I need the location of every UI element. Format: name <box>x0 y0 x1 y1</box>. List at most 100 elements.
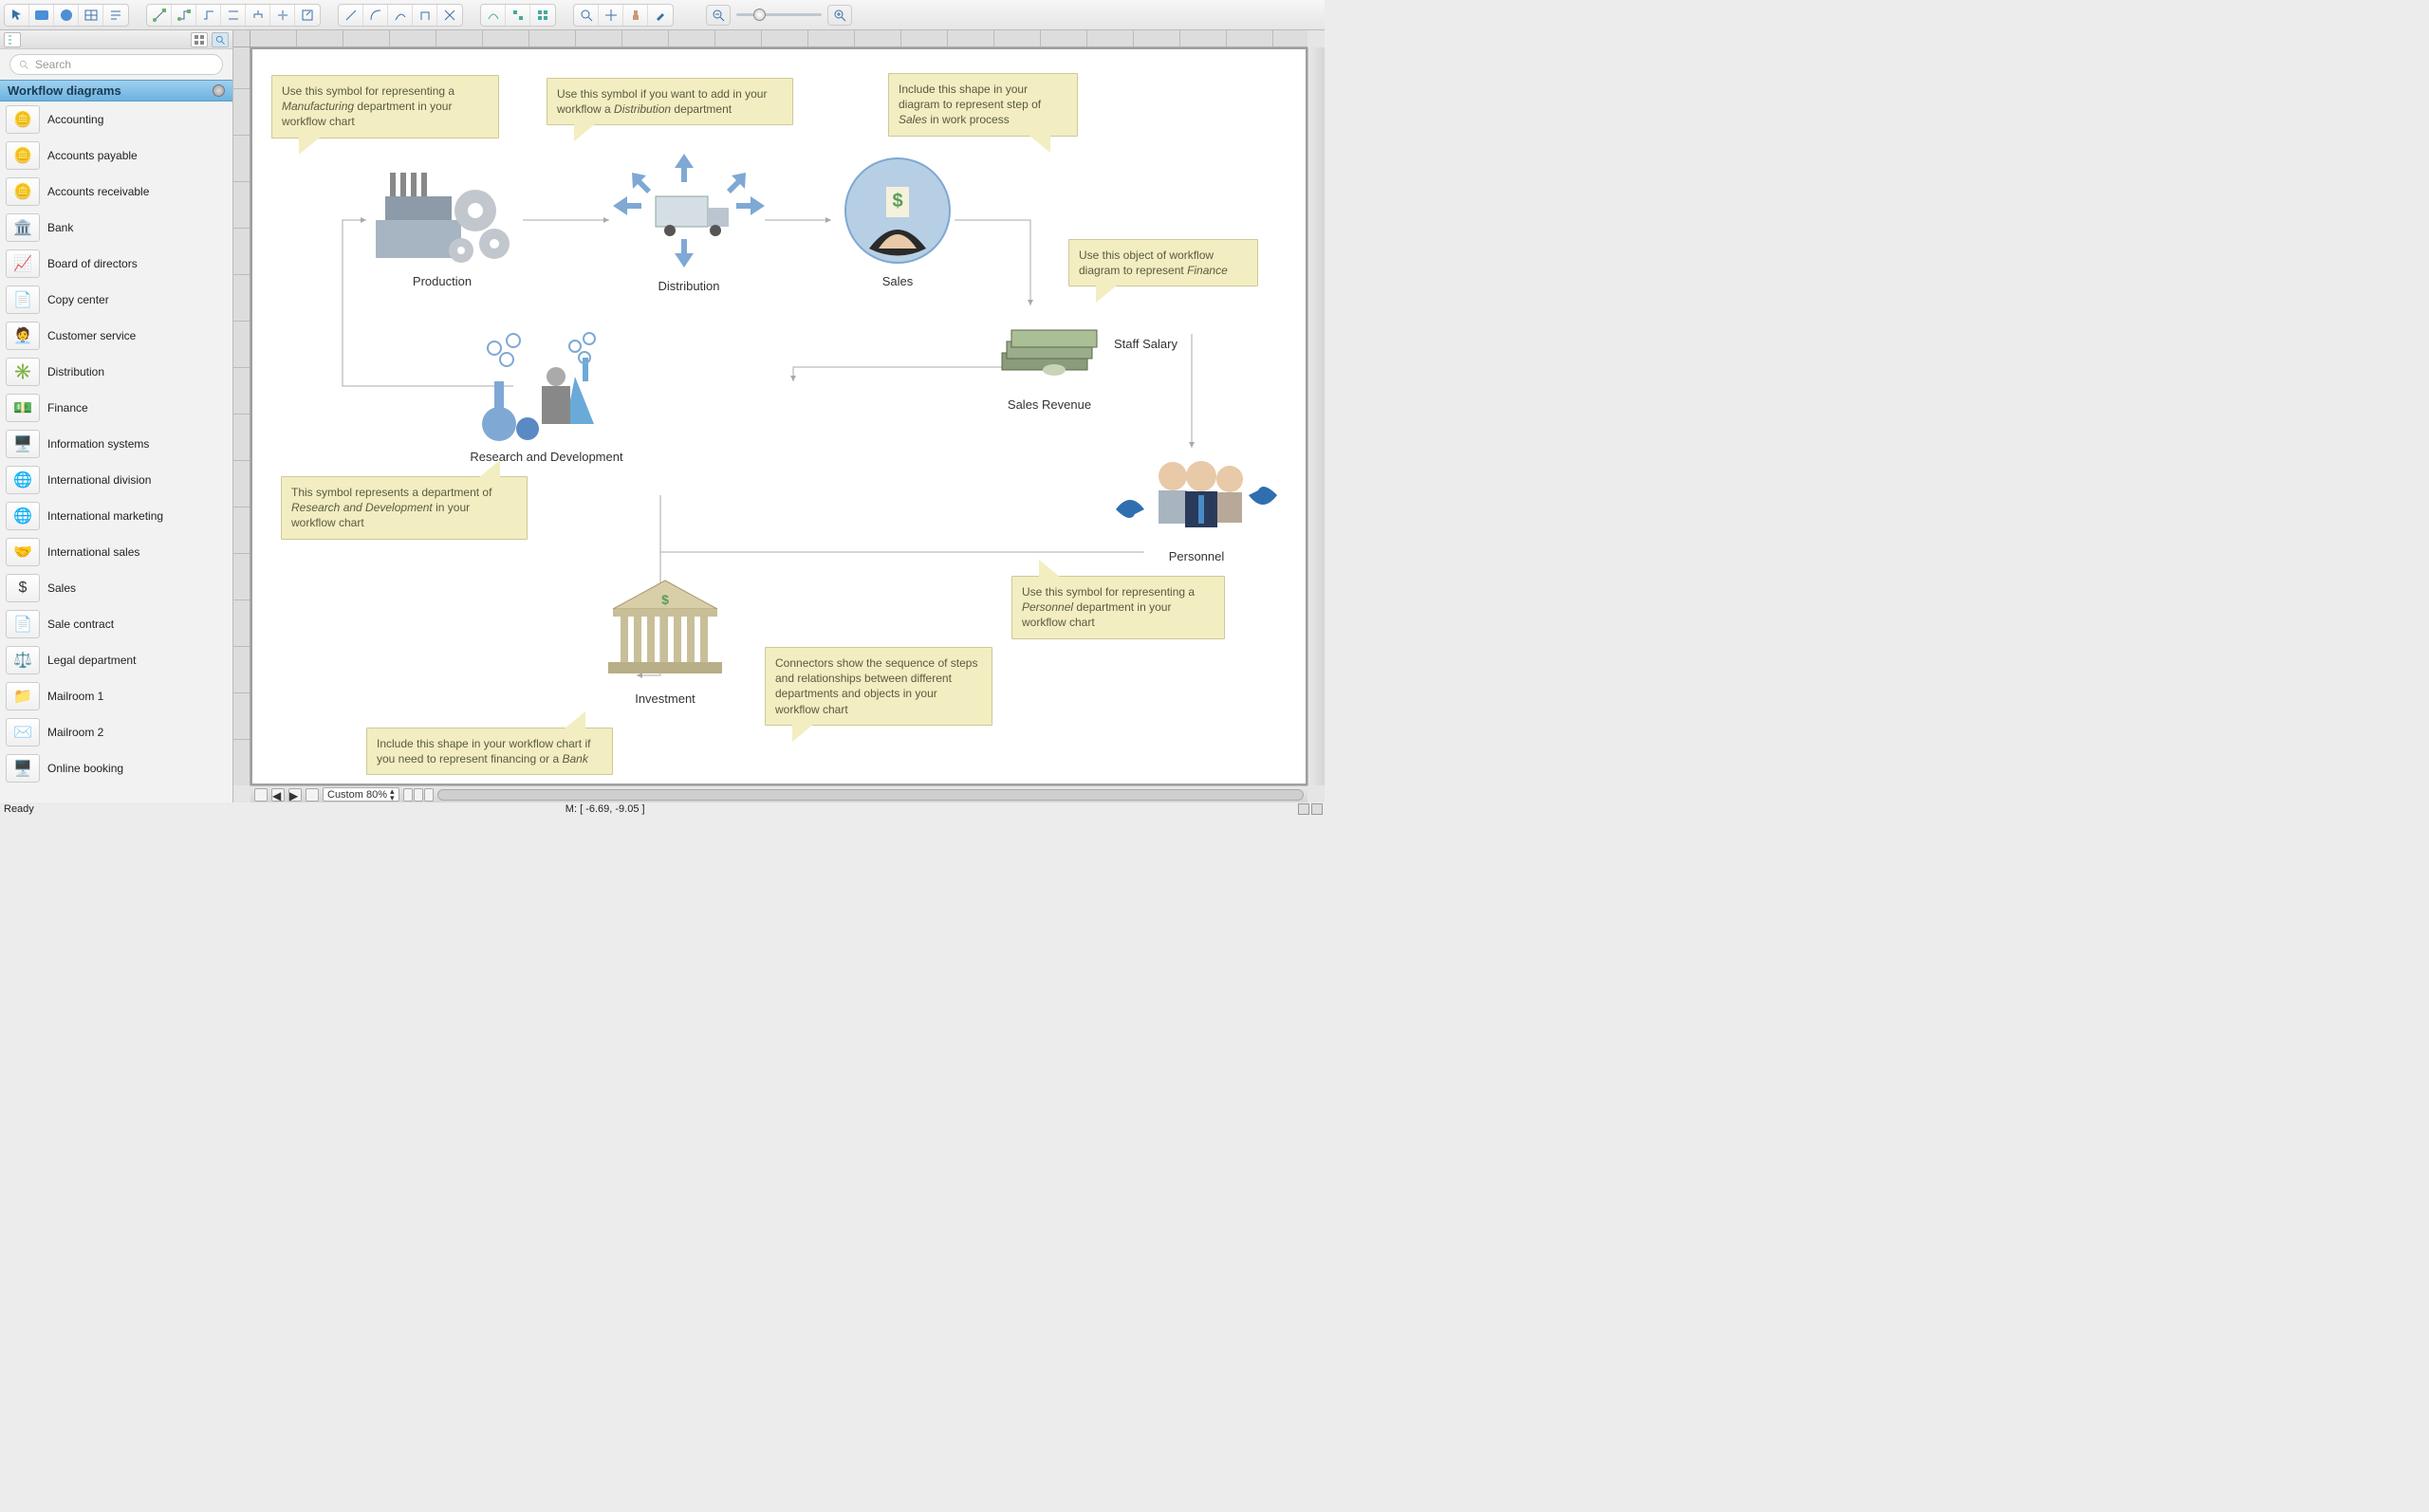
callout-sales: Include this shape in your diagram to re… <box>888 73 1078 137</box>
node-production[interactable]: Production <box>366 163 518 288</box>
callout-distribution: Use this symbol if you want to add in yo… <box>547 78 793 125</box>
sb-next[interactable]: ▶ <box>288 788 302 802</box>
conn-up[interactable] <box>413 5 437 26</box>
money-icon <box>983 310 1116 391</box>
sales-icon: $ <box>831 154 964 267</box>
symbol-item[interactable]: 🤝International sales <box>0 534 232 570</box>
symbol-item[interactable]: 🌐International marketing <box>0 498 232 534</box>
callout-bank: Include this shape in your workflow char… <box>366 728 613 775</box>
zoom-slider-thumb[interactable] <box>753 9 766 21</box>
node-personnel[interactable]: Personnel <box>1111 452 1282 563</box>
symbol-item[interactable]: 🪙Accounting <box>0 101 232 138</box>
symbol-item[interactable]: 🌐International division <box>0 462 232 498</box>
symbol-item[interactable]: ✳️Distribution <box>0 354 232 390</box>
sb-first[interactable] <box>254 788 268 802</box>
symbol-thumb-icon: $ <box>6 574 40 602</box>
pane-split-2[interactable] <box>414 788 423 802</box>
symbol-thumb-icon: ⚖️ <box>6 646 40 674</box>
zoom-in-button[interactable] <box>827 5 852 26</box>
drawing-canvas[interactable]: Use this symbol for representing a Manuf… <box>250 47 1307 785</box>
pane-split-3[interactable] <box>424 788 434 802</box>
route-grid[interactable] <box>530 5 555 26</box>
symbol-label: Legal department <box>47 654 136 667</box>
scrollbar-vertical[interactable] <box>1307 47 1325 785</box>
status-bar: Ready M: [ -6.69, -9.05 ] <box>0 802 1325 816</box>
node-distribution-label: Distribution <box>603 279 774 293</box>
sb-prev[interactable]: ◀ <box>271 788 285 802</box>
node-distribution[interactable]: Distribution <box>603 149 774 293</box>
conn-arc[interactable] <box>363 5 388 26</box>
zoom-out-button[interactable] <box>706 5 731 26</box>
section-title: Workflow diagrams <box>8 83 121 98</box>
symbol-thumb-icon: 🪙 <box>6 177 40 206</box>
pane-split-1[interactable] <box>403 788 413 802</box>
zoom-field[interactable]: Custom 80% ▴▾ <box>323 787 399 802</box>
connector-l[interactable] <box>147 5 172 26</box>
symbol-label: Customer service <box>47 329 136 342</box>
corner-btn-1[interactable] <box>1298 803 1309 815</box>
ellipse-tool[interactable] <box>54 5 79 26</box>
toolgroup-connectors <box>146 4 321 27</box>
sb-last[interactable] <box>306 788 319 802</box>
callout-rnd: This symbol represents a department of R… <box>281 476 528 540</box>
symbol-item[interactable]: ✉️Mailroom 2 <box>0 714 232 750</box>
corner-btn-2[interactable] <box>1311 803 1323 815</box>
rect-tool[interactable] <box>29 5 54 26</box>
connector-branch[interactable] <box>270 5 295 26</box>
node-personnel-label: Personnel <box>1111 549 1282 563</box>
zoom-tool[interactable] <box>574 5 599 26</box>
h-scroll-track[interactable] <box>437 789 1304 801</box>
route-align[interactable] <box>506 5 530 26</box>
symbol-label: Distribution <box>47 365 104 378</box>
section-close-icon[interactable] <box>213 84 225 97</box>
eyedrop-tool[interactable] <box>648 5 673 26</box>
node-investment[interactable]: $ Investment <box>594 576 736 706</box>
node-sales-revenue-label: Sales Revenue <box>983 397 1116 412</box>
symbol-item[interactable]: 🪙Accounts receivable <box>0 174 232 210</box>
symbol-item[interactable]: 📈Board of directors <box>0 246 232 282</box>
symbol-label: Accounting <box>47 113 103 126</box>
symbol-item[interactable]: 🖥️Online booking <box>0 750 232 786</box>
symbol-item[interactable]: 📁Mailroom 1 <box>0 678 232 714</box>
zoom-slider[interactable] <box>736 13 822 16</box>
status-right-icons <box>1298 803 1323 815</box>
panel-grid-icon[interactable] <box>191 32 208 47</box>
symbol-item[interactable]: 📄Sale contract <box>0 606 232 642</box>
panel-tree-icon[interactable] <box>4 32 21 47</box>
symbol-item[interactable]: $Sales <box>0 570 232 606</box>
symbol-label: International marketing <box>47 509 163 523</box>
connector-curve[interactable] <box>196 5 221 26</box>
symbol-label: International sales <box>47 545 139 559</box>
symbol-item[interactable]: 🖥️Information systems <box>0 426 232 462</box>
connector-smart[interactable] <box>221 5 246 26</box>
table-tool[interactable] <box>79 5 103 26</box>
symbol-item[interactable]: 🪙Accounts payable <box>0 138 232 174</box>
text-tool[interactable] <box>103 5 128 26</box>
section-header[interactable]: Workflow diagrams <box>0 80 232 101</box>
panel-search-toggle[interactable] <box>212 32 229 47</box>
node-rnd[interactable]: Research and Development <box>461 329 632 464</box>
conn-multi[interactable] <box>388 5 413 26</box>
search-input[interactable]: Search <box>9 54 223 75</box>
stepper-icon[interactable]: ▴▾ <box>390 788 395 802</box>
node-production-label: Production <box>366 274 518 288</box>
conn-line[interactable] <box>339 5 363 26</box>
conn-cross[interactable] <box>437 5 462 26</box>
symbol-label: Mailroom 2 <box>47 726 103 739</box>
mouse-coords: M: [ -6.69, -9.05 ] <box>566 803 645 815</box>
pointer-tool[interactable] <box>5 5 29 26</box>
connector-tree[interactable] <box>246 5 270 26</box>
pan-tool[interactable] <box>599 5 623 26</box>
symbol-item[interactable]: ⚖️ Legal department <box>0 642 232 678</box>
symbol-item[interactable]: 💵Finance <box>0 390 232 426</box>
connector-step[interactable] <box>172 5 196 26</box>
symbol-thumb-icon: 📄 <box>6 286 40 314</box>
node-sales[interactable]: $ Sales <box>831 154 964 288</box>
symbol-item[interactable]: 📄Copy center <box>0 282 232 318</box>
symbol-item[interactable]: 🏛️Bank <box>0 210 232 246</box>
connector-export[interactable] <box>295 5 320 26</box>
node-sales-revenue[interactable]: Sales Revenue <box>983 310 1116 412</box>
symbol-item[interactable]: 🧑‍💼Customer service <box>0 318 232 354</box>
stamp-tool[interactable] <box>623 5 648 26</box>
route-auto[interactable] <box>481 5 506 26</box>
